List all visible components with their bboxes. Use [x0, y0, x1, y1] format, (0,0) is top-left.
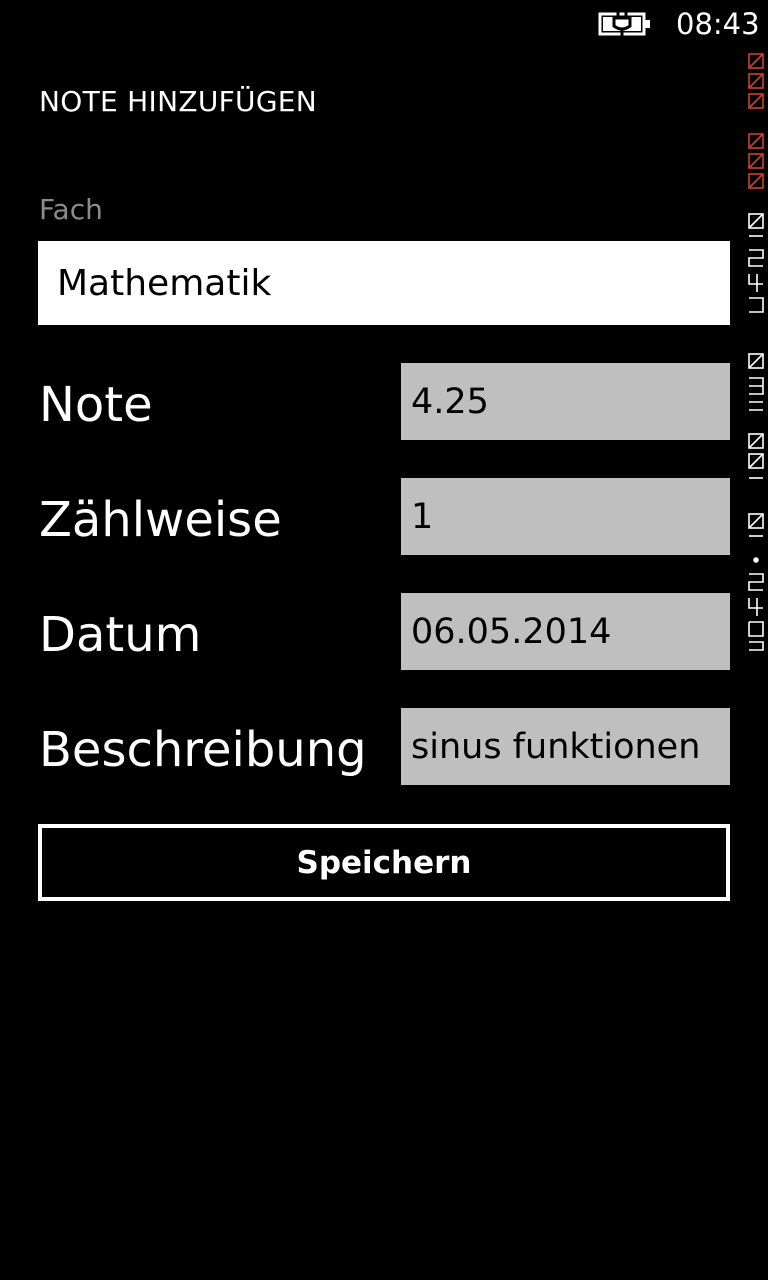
battery-charging-icon: [598, 12, 650, 37]
beschreibung-value: sinus funktionen: [411, 726, 701, 767]
status-bar: 08:43: [0, 0, 768, 48]
datum-value: 06.05.2014: [411, 611, 612, 652]
beschreibung-label: Beschreibung: [39, 722, 367, 778]
frame-rate-counter-icon: [748, 53, 764, 651]
note-value: 4.25: [411, 381, 489, 422]
page-title: NOTE HINZUFÜGEN: [39, 85, 318, 118]
fach-label: Fach: [39, 193, 103, 226]
datum-input[interactable]: 06.05.2014: [401, 593, 730, 670]
zaehlweise-value: 1: [411, 496, 434, 537]
zaehlweise-label: Zählweise: [39, 492, 282, 548]
note-input[interactable]: 4.25: [401, 363, 730, 440]
beschreibung-input[interactable]: sinus funktionen: [401, 708, 730, 785]
save-button[interactable]: Speichern: [38, 824, 730, 901]
datum-label: Datum: [39, 607, 202, 663]
save-button-label: Speichern: [296, 844, 472, 881]
fach-value: Mathematik: [57, 262, 272, 304]
zaehlweise-input[interactable]: 1: [401, 478, 730, 555]
fach-input[interactable]: Mathematik: [38, 241, 730, 325]
status-clock: 08:43: [676, 7, 760, 41]
note-label: Note: [39, 377, 153, 433]
